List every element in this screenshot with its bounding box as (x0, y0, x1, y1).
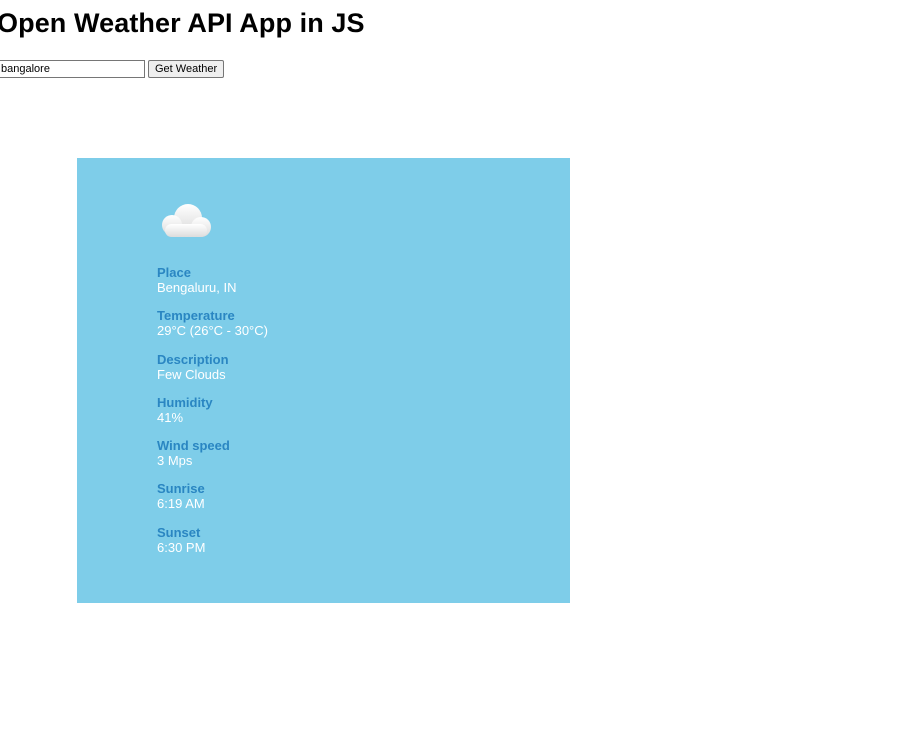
temperature-label: Temperature (157, 308, 235, 324)
description-value: Few Clouds (157, 366, 226, 382)
description-label: Description (157, 351, 229, 367)
city-input[interactable] (0, 60, 145, 78)
sunrise-value: 6:19 AM (157, 496, 205, 512)
temperature-field: Temperature 29°C (26°C - 30°C) (157, 308, 268, 351)
cloud-icon (162, 204, 211, 237)
get-weather-button[interactable]: Get Weather (148, 60, 225, 78)
wind-speed-value: 3 Mps (157, 453, 193, 469)
weather-details: Place Bengaluru, IN Temperature 29°C (26… (157, 265, 268, 568)
place-value: Bengaluru, IN (157, 280, 237, 295)
humidity-field: Humidity 41% (157, 395, 268, 438)
weather-card: Place Bengaluru, IN Temperature 29°C (26… (77, 158, 570, 603)
description-field: Description Few Clouds (157, 352, 268, 395)
sunrise-field: Sunrise 6:19 AM (157, 481, 268, 524)
wind-speed-field: Wind speed 3 Mps (157, 438, 268, 481)
humidity-label: Humidity (157, 394, 213, 410)
humidity-value: 41% (157, 409, 184, 425)
temperature-value: 29°C (26°C - 30°C) (157, 323, 268, 339)
sunset-field: Sunset 6:30 PM (157, 525, 268, 568)
page-title: Open Weather API App in JS (0, 8, 365, 38)
sunrise-label: Sunrise (157, 481, 205, 497)
place-label: Place (157, 265, 191, 280)
wind-speed-label: Wind speed (157, 438, 230, 454)
search-row: Get Weather (0, 60, 225, 78)
place-field: Place Bengaluru, IN (157, 265, 268, 308)
sunset-value: 6:30 PM (157, 539, 206, 555)
sunset-label: Sunset (157, 524, 201, 540)
